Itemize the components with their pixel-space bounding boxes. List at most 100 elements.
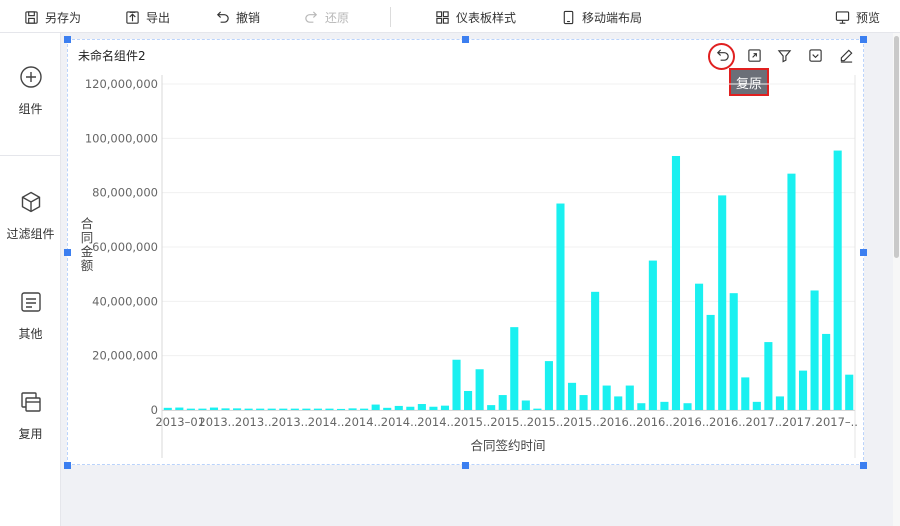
undo-button[interactable]: 撤销 xyxy=(215,8,260,26)
bar[interactable] xyxy=(671,155,681,410)
x-axis-title: 合同签约时间 xyxy=(470,438,545,453)
resize-handle-top-left[interactable] xyxy=(64,36,71,43)
bar[interactable] xyxy=(313,408,322,410)
bar[interactable] xyxy=(683,403,692,410)
bar[interactable] xyxy=(302,408,311,410)
dashboard-style-button[interactable]: 仪表板样式 xyxy=(435,8,516,26)
export-button[interactable]: 导出 xyxy=(125,8,170,26)
bar[interactable] xyxy=(198,408,207,410)
resize-handle-top[interactable] xyxy=(462,36,469,43)
bar[interactable] xyxy=(752,401,761,410)
y-tick-label: 40,000,000 xyxy=(92,294,158,308)
preview-button[interactable]: 预览 xyxy=(835,8,880,26)
left-sidebar: 组件 过滤组件 其他 复用 xyxy=(0,33,61,526)
sidebar-item-label: 复用 xyxy=(18,427,43,441)
bar[interactable] xyxy=(556,203,565,410)
bar[interactable] xyxy=(440,405,450,410)
bar[interactable] xyxy=(533,408,542,410)
bar[interactable] xyxy=(209,407,219,410)
bar[interactable] xyxy=(325,408,334,410)
bar[interactable] xyxy=(521,400,530,410)
bar[interactable] xyxy=(775,396,784,410)
sidebar-item-reuse[interactable]: 复用 xyxy=(0,390,61,442)
monitor-icon xyxy=(835,10,850,24)
bar[interactable] xyxy=(833,150,842,410)
bar[interactable] xyxy=(845,374,854,410)
bar[interactable] xyxy=(244,408,253,410)
bar[interactable] xyxy=(648,260,657,410)
bar[interactable] xyxy=(567,382,577,410)
bar[interactable] xyxy=(348,408,357,410)
bar[interactable] xyxy=(591,291,600,410)
bar[interactable] xyxy=(475,369,484,410)
bar[interactable] xyxy=(695,283,704,410)
widget-expand-button[interactable] xyxy=(745,46,763,64)
y-tick-label: 80,000,000 xyxy=(92,186,158,200)
bar[interactable] xyxy=(544,361,553,410)
bar[interactable] xyxy=(614,396,623,410)
sidebar-item-filter-components[interactable]: 过滤组件 xyxy=(0,190,61,242)
edit-icon xyxy=(840,49,852,63)
preview-label: 预览 xyxy=(856,10,881,25)
bar[interactable] xyxy=(660,401,669,410)
bar[interactable] xyxy=(625,385,634,410)
bar[interactable] xyxy=(510,327,519,410)
bar[interactable] xyxy=(186,408,195,410)
undo-icon xyxy=(216,10,229,23)
sidebar-item-label: 过滤组件 xyxy=(6,227,55,241)
bar[interactable] xyxy=(787,173,796,410)
bar[interactable] xyxy=(602,385,611,410)
scrollbar-thumb[interactable] xyxy=(894,36,899,258)
y-axis-title-char: 额 xyxy=(81,258,94,273)
bar[interactable] xyxy=(417,404,426,410)
bar[interactable] xyxy=(579,395,588,410)
widget-filter-button[interactable] xyxy=(775,46,793,64)
bar[interactable] xyxy=(256,408,265,410)
undo-label: 撤销 xyxy=(236,10,261,25)
widget-edit-button[interactable] xyxy=(837,46,855,64)
bar[interactable] xyxy=(810,290,819,410)
resize-handle-top-right[interactable] xyxy=(860,36,867,43)
bar[interactable] xyxy=(706,314,715,410)
bar[interactable] xyxy=(764,342,773,410)
x-tick-label: 2017.. xyxy=(746,415,783,429)
bar[interactable] xyxy=(498,395,507,410)
bar[interactable] xyxy=(464,390,473,410)
bar[interactable] xyxy=(729,293,738,410)
bar[interactable] xyxy=(163,407,172,410)
bar[interactable] xyxy=(175,407,184,410)
widget-dropdown-button[interactable] xyxy=(806,46,824,64)
bar[interactable] xyxy=(290,408,299,410)
bar[interactable] xyxy=(429,406,438,410)
sidebar-item-other[interactable]: 其他 xyxy=(0,290,61,342)
redo-button[interactable]: 还原 xyxy=(304,8,349,26)
mobile-icon xyxy=(563,10,574,24)
save-as-button[interactable]: 另存为 xyxy=(24,8,81,26)
bar[interactable] xyxy=(336,408,346,410)
export-label: 导出 xyxy=(146,10,171,25)
bar[interactable] xyxy=(394,405,403,410)
bar[interactable] xyxy=(371,404,380,410)
bar[interactable] xyxy=(267,408,276,410)
bar[interactable] xyxy=(822,333,831,410)
sidebar-item-label: 组件 xyxy=(18,102,43,116)
bar[interactable] xyxy=(406,406,415,410)
bar[interactable] xyxy=(221,408,230,410)
mobile-layout-button[interactable]: 移动端布局 xyxy=(561,8,642,26)
bar[interactable] xyxy=(360,408,369,410)
x-tick-label: 2016.. xyxy=(636,415,673,429)
x-tick-label: 2014.. xyxy=(344,415,381,429)
bar[interactable] xyxy=(452,359,461,410)
bar[interactable] xyxy=(637,403,646,410)
bar[interactable] xyxy=(487,405,496,410)
bar[interactable] xyxy=(798,370,808,410)
y-axis-title-char: 金 xyxy=(81,244,94,259)
sidebar-item-components[interactable]: 组件 xyxy=(0,65,61,117)
bar[interactable] xyxy=(279,408,288,410)
bar-chart: 020,000,00040,000,00060,000,00080,000,00… xyxy=(81,75,858,458)
bar[interactable] xyxy=(233,408,242,410)
bar[interactable] xyxy=(741,377,750,410)
bar[interactable] xyxy=(718,195,727,410)
document-icon xyxy=(20,292,41,312)
bar[interactable] xyxy=(383,407,392,410)
